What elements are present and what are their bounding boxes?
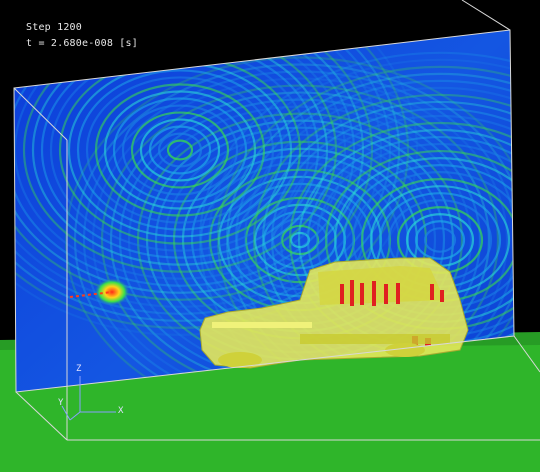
z-axis-label: Z [76,364,82,374]
x-axis-label: X [118,406,124,416]
y-axis-label: Y [58,398,64,408]
step-counter: Step 1200 [26,22,82,33]
simulation-viewport[interactable] [0,0,540,472]
time-readout: t = 2.680e-008 [s] [26,38,138,49]
